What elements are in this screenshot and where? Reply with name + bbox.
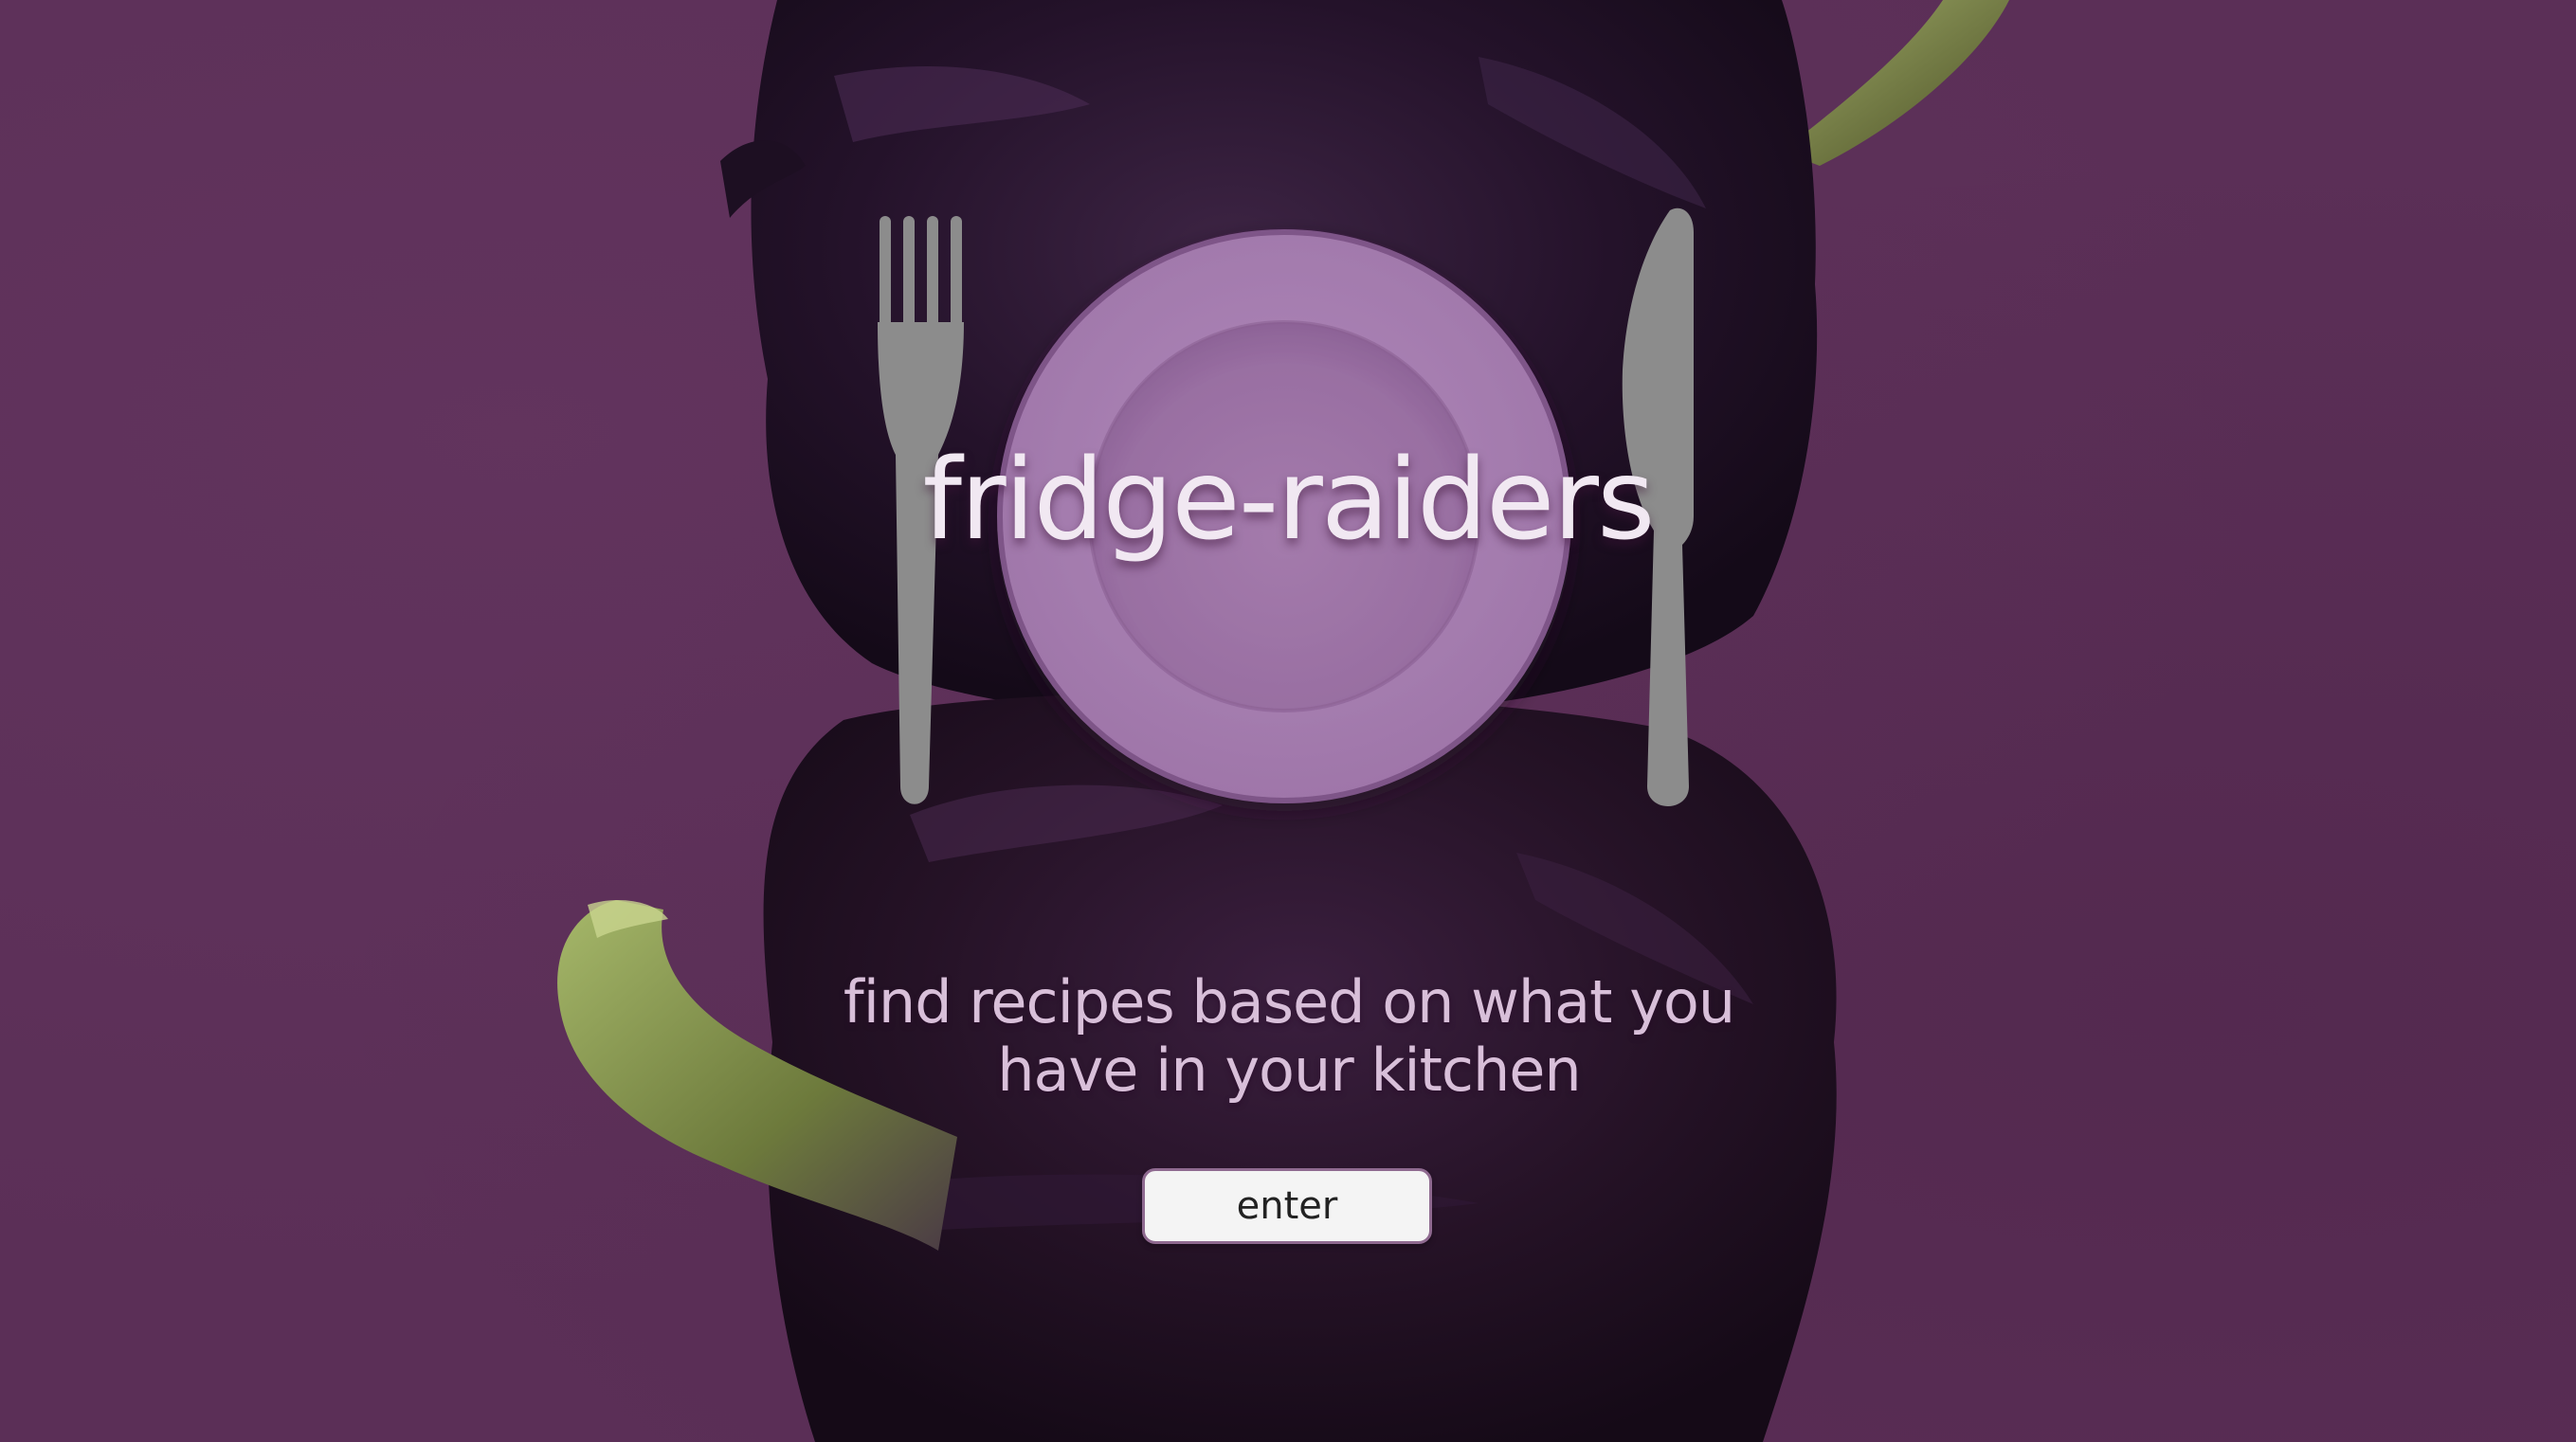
tagline: find recipes based on what you have in y… [843, 967, 1735, 1105]
landing-page: fridge-raiders find recipes based on wha… [0, 0, 2576, 1442]
enter-button-label: enter [1236, 1184, 1338, 1228]
app-title: fridge-raiders [922, 434, 1656, 565]
pepper-top-stem [1782, 0, 2009, 166]
enter-button[interactable]: enter [1142, 1168, 1432, 1244]
